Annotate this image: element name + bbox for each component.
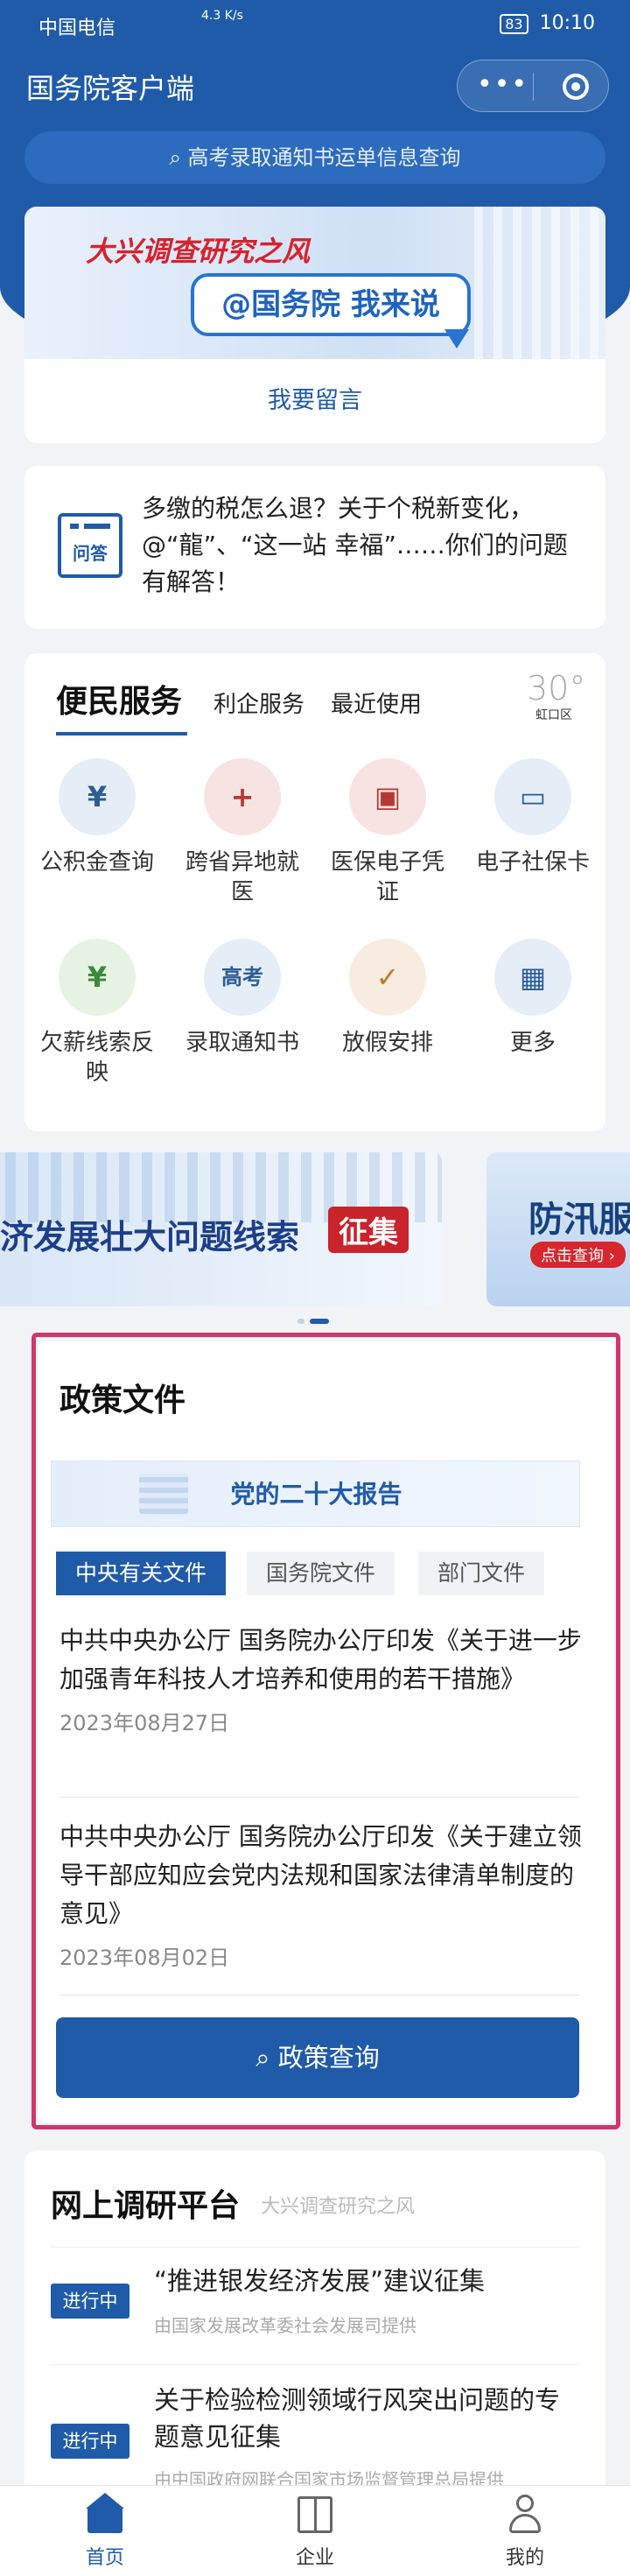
more-grid-icon: ▦ (519, 961, 547, 994)
bottom-navigation: 首页 企业 我的 (0, 2485, 630, 2576)
service-label: 电子社保卡 (475, 849, 590, 876)
promo-carousel[interactable]: 济发展壮大问题线索 征集 防汛服 点击查询 › (0, 1152, 630, 1315)
slide-title: 济发展壮大问题线索 (0, 1218, 300, 1256)
tab-convenience-services[interactable]: 便民服务 (56, 676, 182, 721)
more-dots-icon[interactable]: ••• (477, 69, 527, 100)
exam-icon: 高考 (221, 965, 263, 989)
service-housing-fund[interactable]: ¥ 公积金查询 (24, 758, 170, 877)
nav-label: 企业 (295, 2547, 334, 2569)
service-label: 更多 (509, 1030, 556, 1056)
app-title: 国务院客户端 (26, 72, 195, 105)
indicator-dot (298, 1319, 304, 1324)
slide-tag: 征集 (328, 1207, 409, 1253)
nav-home[interactable]: 首页 (0, 2493, 210, 2570)
nav-label: 首页 (85, 2547, 124, 2569)
building-icon (294, 2493, 336, 2535)
nav-label: 我的 (505, 2547, 544, 2569)
clock: 10:10 (539, 12, 595, 34)
status-badge: 进行中 (51, 2424, 130, 2459)
tab-recent[interactable]: 最近使用 (331, 686, 422, 719)
service-tabs: 便民服务 利企服务 最近使用 (56, 676, 581, 737)
capsule-divider (533, 73, 534, 101)
service-cross-province-medical[interactable]: + 跨省异地就医 (170, 758, 315, 907)
service-unpaid-wages[interactable]: ¥ 欠薪线索反映 (24, 939, 170, 1087)
service-label: 放假安排 (341, 1030, 433, 1056)
weather-widget[interactable]: 30° 虹口区 (527, 669, 586, 723)
speech-bubble-tail (444, 329, 469, 348)
banner-image[interactable]: 大兴调查研究之风 @国务院 我来说 (24, 207, 606, 359)
qa-card[interactable]: 问答 多缴的税怎么退？关于个税新变化，@“龍”、“这一站 幸福”……你们的问题有… (24, 466, 606, 629)
home-icon (84, 2493, 126, 2535)
service-label: 医保电子凭证 (330, 849, 444, 905)
status-badge: 进行中 (51, 2284, 130, 2319)
user-icon (504, 2493, 546, 2535)
fund-icon: ¥ (87, 780, 108, 813)
research-item-title[interactable]: 关于检验检测领域行风突出问题的专题意见征集 (154, 2382, 583, 2455)
carousel-slide-next[interactable]: 防汛服 点击查询 › (486, 1152, 630, 1306)
qa-icon: 问答 (58, 513, 122, 578)
service-social-security-card[interactable]: ▭ 电子社保卡 (460, 758, 606, 877)
research-item-source: 由国家发展改革委社会发展司提供 (154, 2315, 416, 2336)
id-card-icon: ▣ (374, 780, 402, 813)
leave-message-button[interactable]: 我要留言 (24, 359, 606, 443)
active-tab-underline (56, 732, 187, 735)
carousel-slide[interactable]: 济发展壮大问题线索 征集 (0, 1152, 442, 1306)
nav-enterprise[interactable]: 企业 (210, 2493, 420, 2570)
carrier-label: 中国电信 (38, 18, 116, 39)
service-medical-insurance[interactable]: ▣ 医保电子凭证 (315, 758, 460, 907)
search-placeholder: 高考录取通知书运单信息查询 (187, 145, 461, 170)
service-label: 录取通知书 (185, 1030, 299, 1056)
slide-title: 防汛服 (528, 1200, 630, 1240)
network-speed: 4.3 K/s (201, 9, 243, 23)
service-label: 欠薪线索反映 (39, 1030, 154, 1086)
close-target-icon[interactable] (563, 74, 589, 100)
banner-headline: 大兴调查研究之风 (86, 235, 311, 268)
divider (51, 2364, 579, 2365)
service-more[interactable]: ▦ 更多 (460, 939, 606, 1058)
service-holiday-schedule[interactable]: ✓ 放假安排 (315, 939, 460, 1058)
qa-icon-label: 问答 (73, 543, 108, 564)
status-bar: 中国电信 4.3 K/s 83 10:10 (0, 0, 630, 53)
weather-location: 虹口区 (536, 708, 572, 722)
services-card: 便民服务 利企服务 最近使用 30° 虹口区 ¥ 公积金查询 + 跨省异地就医 … (24, 653, 606, 1131)
section-title: 网上调研平台 (51, 2188, 241, 2224)
mini-program-capsule[interactable]: ••• (457, 60, 609, 112)
highlight-frame (32, 1333, 620, 2129)
slide-query-pill[interactable]: 点击查询 › (530, 1242, 626, 1268)
tab-business-services[interactable]: 利企服务 (214, 686, 304, 719)
medical-icon: + (230, 780, 255, 813)
indicator-dot-active (310, 1319, 329, 1324)
qa-icon-bar (84, 524, 110, 529)
service-label: 公积金查询 (39, 849, 154, 876)
qa-text: 多缴的税怎么退？关于个税新变化，@“龍”、“这一站 幸福”……你们的问题有解答！ (142, 494, 568, 596)
social-card-icon: ▭ (519, 780, 547, 813)
speech-bubble: @国务院 我来说 (191, 273, 471, 336)
weather-temp: 30° (527, 669, 586, 707)
banner-decoration (474, 207, 606, 359)
carousel-indicator (298, 1319, 332, 1324)
divider (51, 2247, 579, 2248)
wage-icon: ¥ (87, 961, 108, 994)
search-bar[interactable]: ⌕ 高考录取通知书运单信息查询 (24, 131, 606, 184)
search-icon: ⌕ (169, 145, 188, 170)
research-item-title[interactable]: “推进银发经济发展”建议征集 (154, 2263, 583, 2299)
battery-icon: 83 (500, 14, 528, 34)
qa-icon-bar (70, 524, 79, 529)
message-banner-card: 大兴调查研究之风 @国务院 我来说 我要留言 (24, 207, 606, 443)
service-admission-letter[interactable]: 高考 录取通知书 (170, 939, 315, 1058)
nav-mine[interactable]: 我的 (420, 2493, 630, 2570)
service-label: 跨省异地就医 (185, 849, 299, 905)
calendar-icon: ✓ (375, 961, 400, 994)
section-subtitle: 大兴调查研究之风 (261, 2196, 416, 2218)
status-right: 83 10:10 (494, 12, 595, 34)
